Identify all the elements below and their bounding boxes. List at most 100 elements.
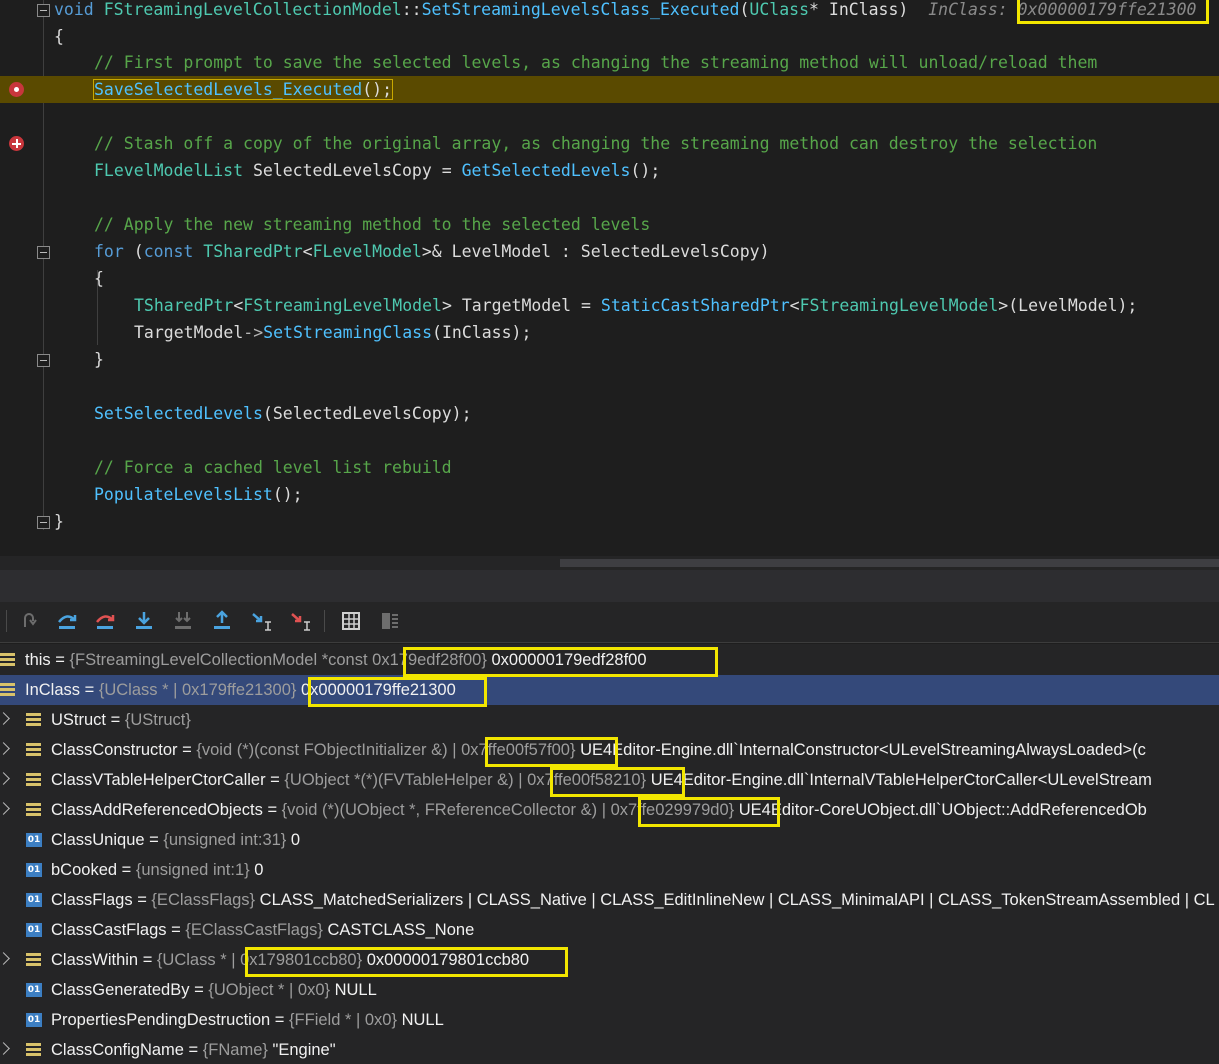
step-over-icon[interactable] [54, 608, 80, 634]
code-line[interactable]: { [0, 23, 1219, 50]
variable-type: {EClassCastFlags} [185, 921, 323, 939]
step-into-icon[interactable] [131, 608, 157, 634]
comment: // Apply the new streaming method to the… [94, 215, 651, 234]
variable-type: {FField * | 0x0} [289, 1011, 397, 1029]
tree-row[interactable]: InClass = {UClass * | 0x179ffe21300} 0x0… [0, 675, 1219, 705]
code-line[interactable]: } [0, 508, 1219, 535]
tree-row[interactable]: ClassConfigName = {FName} "Engine" [0, 1035, 1219, 1064]
variable-value[interactable]: CLASS_MatchedSerializers | CLASS_Native … [260, 891, 1215, 909]
paren: ( [123, 242, 144, 261]
expand-chevron-icon[interactable] [0, 742, 10, 755]
variable-value[interactable]: CASTCLASS_None [328, 921, 475, 939]
primitive-value-icon: 01 [26, 863, 42, 877]
variable-name: InClass [25, 681, 81, 699]
variable-name: ClassAddReferencedObjects [51, 801, 263, 819]
primitive-value-icon: 01 [26, 983, 42, 997]
toolbar-separator [324, 610, 325, 632]
highlight-box [403, 647, 718, 677]
locals-tree[interactable]: this = {FStreamingLevelCollectionModel *… [0, 644, 1219, 1064]
code-line[interactable]: // Force a cached level list rebuild [0, 454, 1219, 481]
tree-row[interactable]: UStruct = {UStruct} [0, 705, 1219, 735]
fold-end-icon[interactable] [37, 354, 50, 367]
type-name: FStreamingLevelModel [243, 296, 442, 315]
highlight-box [638, 797, 780, 827]
tree-row[interactable]: 01 PropertiesPendingDestruction = {FField… [0, 1005, 1219, 1035]
call-args: (); [272, 485, 303, 504]
function-call: SetStreamingClass [263, 323, 433, 342]
variable-entry: bCooked = {unsigned int:1} 0 [51, 861, 264, 879]
variable-name: ClassGeneratedBy [51, 981, 190, 999]
tree-row[interactable]: 01 ClassGeneratedBy = {UObject * | 0x0} N… [0, 975, 1219, 1005]
step-out-icon[interactable] [209, 608, 235, 634]
fold-end-icon[interactable] [37, 516, 50, 529]
primitive-value-icon: 01 [26, 1013, 42, 1027]
variable-type: {EClassFlags} [151, 891, 256, 909]
code-line[interactable]: } [0, 346, 1219, 373]
call-args: (); [630, 161, 661, 180]
variable-value[interactable]: UE4Editor-Engine.dll`InternalVTableHelpe… [651, 771, 1152, 789]
code-line[interactable]: // Apply the new streaming method to the… [0, 211, 1219, 238]
code-editor[interactable]: void FStreamingLevelCollectionModel::Set… [0, 0, 1219, 570]
code-text: >& LevelModel : SelectedLevelsCopy) [421, 242, 770, 261]
fold-collapse-icon[interactable] [37, 246, 50, 259]
run-to-cursor-disabled-icon[interactable] [288, 608, 314, 634]
type-name: FLevelModelList [94, 161, 244, 180]
angle: < [233, 296, 244, 315]
highlight-box [1017, 0, 1209, 24]
variable-value[interactable]: 0 [254, 861, 263, 879]
code-line[interactable]: PopulateLevelsList(); [0, 481, 1219, 508]
registers-view-icon[interactable] [377, 608, 403, 634]
run-to-cursor-icon[interactable] [249, 608, 275, 634]
breakpoint-icon[interactable] [9, 136, 24, 151]
code-line[interactable]: TSharedPtr<FStreamingLevelModel> TargetM… [0, 292, 1219, 319]
code-line[interactable]: for (const TSharedPtr<FLevelModel>& Leve… [0, 238, 1219, 265]
expand-chevron-icon[interactable] [0, 1042, 10, 1055]
comment: // Force a cached level list rebuild [94, 458, 452, 477]
tree-row[interactable]: 01 ClassUnique = {unsigned int:31} 0 [0, 825, 1219, 855]
brace: } [94, 350, 104, 369]
memory-view-icon[interactable] [338, 608, 364, 634]
current-statement-line[interactable]: SaveSelectedLevels_Executed(); [0, 76, 1219, 103]
code-line[interactable]: FLevelModelList SelectedLevelsCopy = Get… [0, 157, 1219, 184]
variable-value[interactable]: 0 [291, 831, 300, 849]
tree-row[interactable]: 01 bCooked = {unsigned int:1} 0 [0, 855, 1219, 885]
code-text: SelectedLevelsCopy = [243, 161, 462, 180]
tree-row[interactable]: ClassAddReferencedObjects = {void (*)(UO… [0, 795, 1219, 825]
tree-row[interactable]: 01 ClassCastFlags = {EClassCastFlags} CAS… [0, 915, 1219, 945]
horizontal-scrollbar[interactable] [0, 556, 1219, 570]
variable-type: {FName} [202, 1041, 268, 1059]
variable-type: {unsigned int:1} [135, 861, 250, 879]
code-line[interactable]: // First prompt to save the selected lev… [0, 49, 1219, 76]
tree-row[interactable]: ClassWithin = {UClass * | 0x179801ccb80}… [0, 945, 1219, 975]
expand-chevron-icon[interactable] [0, 772, 10, 785]
highlight-box [550, 767, 685, 797]
breakpoint-current-icon[interactable] [9, 82, 24, 97]
tree-row[interactable]: 01 ClassFlags = {EClassFlags} CLASS_Match… [0, 885, 1219, 915]
struct-icon [26, 953, 41, 967]
variable-value[interactable]: UE4Editor-CoreUObject.dll`UObject::AddRe… [739, 801, 1147, 819]
variable-entry: ClassGeneratedBy = {UObject * | 0x0} NUL… [51, 981, 377, 999]
variable-value[interactable]: UE4Editor-Engine.dll`InternalConstructor… [580, 741, 1146, 759]
variable-value[interactable]: NULL [335, 981, 377, 999]
panel-splitter[interactable] [0, 570, 1219, 602]
show-next-statement-icon[interactable] [16, 608, 42, 634]
expand-chevron-icon[interactable] [0, 712, 10, 725]
expand-chevron-icon[interactable] [0, 802, 10, 815]
variable-name: PropertiesPendingDestruction [51, 1011, 271, 1029]
scrollbar-thumb[interactable] [560, 559, 1219, 567]
variable-value[interactable]: NULL [402, 1011, 444, 1029]
struct-icon [26, 713, 41, 727]
step-over-disabled-icon[interactable] [92, 608, 118, 634]
code-line[interactable]: TargetModel->SetStreamingClass(InClass); [0, 319, 1219, 346]
code-line[interactable]: SetSelectedLevels(SelectedLevelsCopy); [0, 400, 1219, 427]
code-line[interactable]: { [0, 265, 1219, 292]
variable-type: {unsigned int:31} [163, 831, 287, 849]
variable-value[interactable]: "Engine" [273, 1041, 336, 1059]
code-line[interactable]: // Stash off a copy of the original arra… [0, 130, 1219, 157]
variable-name: ClassUnique [51, 831, 145, 849]
expand-chevron-icon[interactable] [0, 952, 10, 965]
param-type: UClass [749, 0, 810, 19]
step-into-specific-icon[interactable] [170, 608, 196, 634]
primitive-value-icon: 01 [26, 833, 42, 847]
fold-collapse-icon[interactable] [37, 4, 50, 17]
